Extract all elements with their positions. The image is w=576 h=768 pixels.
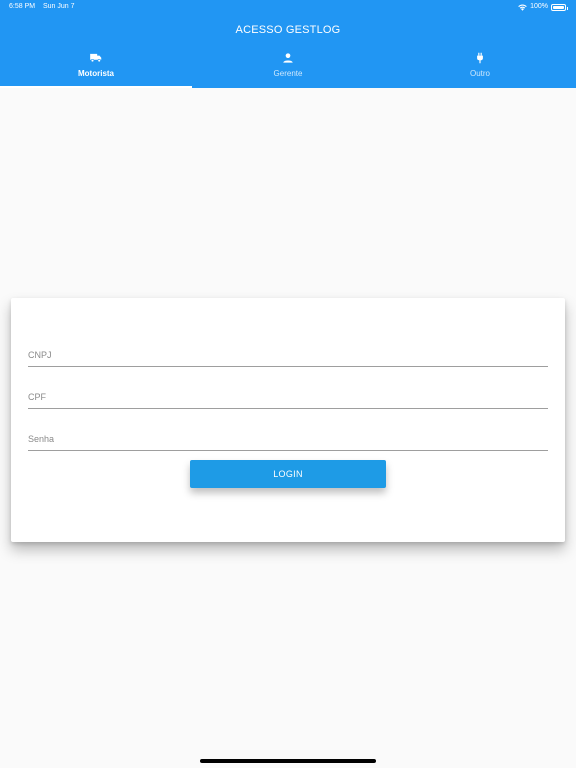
cpf-field <box>28 383 548 409</box>
tab-bar: Motorista Gerente Outro <box>0 46 576 88</box>
battery-level <box>553 5 564 9</box>
app-bar: 6:58 PM Sun Jun 7 100% ACESSO GESTLOG Mo… <box>0 0 576 88</box>
battery-icon <box>551 3 568 11</box>
cpf-input[interactable] <box>28 383 548 408</box>
tab-gerente-label: Gerente <box>273 69 303 78</box>
truck-icon <box>90 53 102 63</box>
login-card: LOGIN <box>11 298 565 542</box>
status-date: Sun Jun 7 <box>43 3 75 10</box>
status-bar: 6:58 PM Sun Jun 7 100% <box>0 0 576 14</box>
status-indicators: 100% <box>518 0 568 14</box>
wifi-icon <box>518 3 527 11</box>
tab-gerente[interactable]: Gerente <box>192 46 384 88</box>
cnpj-field <box>28 341 548 367</box>
senha-field <box>28 425 548 451</box>
tab-motorista[interactable]: Motorista <box>0 46 192 88</box>
plug-icon <box>477 52 483 64</box>
tab-motorista-label: Motorista <box>78 69 114 78</box>
home-indicator[interactable] <box>200 759 376 763</box>
tab-outro[interactable]: Outro <box>384 46 576 88</box>
person-icon <box>283 53 293 63</box>
cnpj-input[interactable] <box>28 341 548 366</box>
login-button[interactable]: LOGIN <box>190 460 386 488</box>
senha-input[interactable] <box>28 425 548 450</box>
status-time: 6:58 PM <box>9 3 36 10</box>
page-title: ACESSO GESTLOG <box>235 24 341 36</box>
battery-percentage: 100% <box>530 3 548 10</box>
tab-outro-label: Outro <box>469 69 490 78</box>
